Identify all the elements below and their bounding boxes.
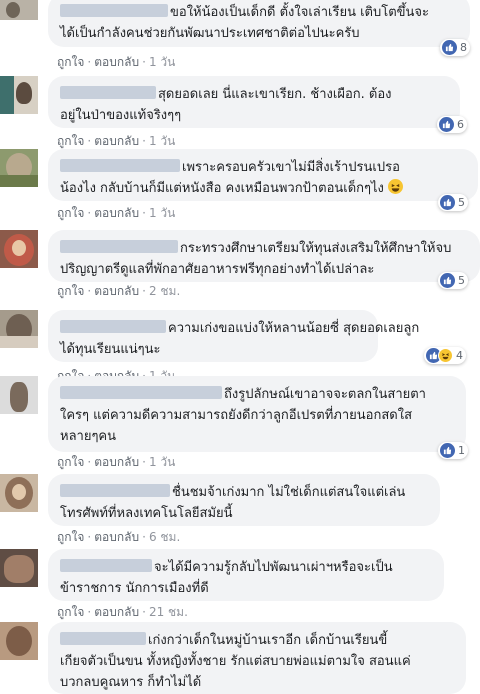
comment-bubble: กระทรวงศึกษาเตรียมให้ทุนส่งเสริมให้ศึกษา… bbox=[48, 230, 480, 282]
avatar[interactable] bbox=[0, 310, 38, 348]
like-link[interactable]: ถูกใจ bbox=[57, 284, 84, 298]
comment-bubble: จะได้มีความรู้กลับไปพัฒนาเผ่าฯหรือจะเป็น… bbox=[48, 549, 444, 601]
comment-text: บวกลบคูณหาร ก็ทำไม่ได้ bbox=[60, 675, 202, 690]
timestamp[interactable]: 1 วัน bbox=[149, 455, 175, 469]
comment-bubble: ถึงรูปลักษณ์เขาอาจจะตลกในสายตา ใครๆ แต่ค… bbox=[48, 376, 466, 452]
reaction-summary[interactable]: 8 bbox=[440, 39, 470, 56]
comment-actions: ถูกใจ · ตอบกลับ · 2 ชม. bbox=[57, 284, 181, 298]
reply-link[interactable]: ตอบกลับ bbox=[94, 55, 139, 69]
reaction-count: 6 bbox=[457, 118, 464, 131]
commenter-name[interactable] bbox=[60, 386, 222, 399]
timestamp[interactable]: 6 ชม. bbox=[149, 530, 180, 544]
laughing-emoji-icon bbox=[388, 179, 404, 194]
comment-text: ใครๆ แต่ความดีความสามารถยังดีกว่าลูกอีเป… bbox=[60, 408, 413, 423]
commenter-name[interactable] bbox=[60, 4, 168, 17]
comment-text: อยู่ในป่าของแท้จริงๆๆ bbox=[60, 108, 182, 123]
comment-text: น้องไง กลับบ้านก็มีแต่หนังสือ คงเหมือนพว… bbox=[60, 181, 384, 196]
comment-bubble: ชื่นชมจ้าเก่งมาก ไม่ใช่เด็กแต่สนใจแต่เล่… bbox=[48, 474, 440, 526]
avatar[interactable] bbox=[0, 230, 38, 268]
haha-icon bbox=[438, 348, 453, 363]
like-icon bbox=[439, 117, 454, 132]
reaction-summary[interactable]: 5 bbox=[438, 194, 468, 211]
comment-bubble: ความเก่งขอแบ่งให้หลานน้อยซี่ สุดยอดเลยลู… bbox=[48, 310, 419, 362]
comment-text: ชื่นชมจ้าเก่งมาก ไม่ใช่เด็กแต่สนใจแต่เล่… bbox=[172, 485, 406, 500]
comment-bubble: ขอให้น้องเป็นเด็กดี ตั้งใจเล่าเรียน เติบ… bbox=[48, 0, 470, 47]
comment-text: ความเก่งขอแบ่งให้หลานน้อยซี่ สุดยอดเลยลู… bbox=[168, 321, 420, 336]
like-link[interactable]: ถูกใจ bbox=[57, 530, 84, 544]
comment-text: โทรศัพท์ที่หลงเทคโนโลยีสมัยนี้ bbox=[60, 506, 233, 521]
comment-text: เก่งกว่าเด็กในหมู่บ้านเราอีก เด็กบ้านเรี… bbox=[148, 633, 388, 648]
reply-link[interactable]: ตอบกลับ bbox=[94, 284, 139, 298]
comment-actions: ถูกใจ·ตอบกลับ·1 วัน bbox=[57, 455, 176, 469]
like-link[interactable]: ถูกใจ bbox=[57, 206, 84, 220]
commenter-name[interactable] bbox=[60, 484, 170, 497]
reaction-count: 5 bbox=[458, 196, 465, 209]
reaction-count: 1 bbox=[458, 444, 465, 457]
commenter-name[interactable] bbox=[60, 559, 152, 572]
commenter-name[interactable] bbox=[60, 320, 166, 333]
comment-text: ปริญญาตรีดูแลที่พักอาศัยอาหารฟรีทุกอย่าง… bbox=[60, 262, 375, 277]
avatar[interactable] bbox=[0, 0, 38, 20]
reply-link[interactable]: ตอบกลับ bbox=[94, 605, 139, 619]
like-icon bbox=[440, 443, 455, 458]
reaction-summary[interactable]: 6 bbox=[437, 116, 467, 133]
comment-text: ถึงรูปลักษณ์เขาอาจจะตลกในสายตา bbox=[224, 387, 426, 402]
reply-link[interactable]: ตอบกลับ bbox=[94, 455, 139, 469]
commenter-name[interactable] bbox=[60, 159, 180, 172]
comment-bubble: เพราะครอบครัวเขาไม่มีสิ่งเร้าปรนเปรอ น้อ… bbox=[48, 149, 478, 201]
comment-actions: ถูกใจ·ตอบกลับ·1 วัน bbox=[57, 55, 176, 69]
comment-bubble: เก่งกว่าเด็กในหมู่บ้านเราอีก เด็กบ้านเรี… bbox=[48, 622, 466, 694]
reaction-summary[interactable]: 1 bbox=[438, 442, 468, 459]
comment-actions: ถูกใจ · ตอบกลับ · 21 ชม. bbox=[57, 605, 188, 619]
comment-text: ได้เป็นกำลังคนช่วยกันพัฒนาประเทศชาติต่อไ… bbox=[60, 26, 360, 41]
like-link[interactable]: ถูกใจ bbox=[57, 605, 84, 619]
reaction-count: 8 bbox=[460, 41, 467, 54]
reaction-count: 4 bbox=[456, 349, 463, 362]
like-link[interactable]: ถูกใจ bbox=[57, 455, 84, 469]
reaction-summary[interactable]: 5 bbox=[438, 272, 468, 289]
like-icon bbox=[440, 273, 455, 288]
comment-text: เพราะครอบครัวเขาไม่มีสิ่งเร้าปรนเปรอ bbox=[182, 160, 400, 175]
comment-text: เกียจตัวเป็นขน ทั้งหญิงทั้งชาย รักแต่สบา… bbox=[60, 654, 411, 669]
comment-actions: ถูกใจ·ตอบกลับ·1 วัน bbox=[57, 206, 176, 220]
like-icon bbox=[440, 195, 455, 210]
timestamp[interactable]: 1 วัน bbox=[149, 206, 175, 220]
comment-text: ข้าราชการ นักการเมืองที่ดี bbox=[60, 581, 209, 596]
timestamp[interactable]: 1 วัน bbox=[149, 134, 175, 148]
comment-text: กระทรวงศึกษาเตรียมให้ทุนส่งเสริมให้ศึกษา… bbox=[180, 241, 452, 256]
comment-text: ขอให้น้องเป็นเด็กดี ตั้งใจเล่าเรียน เติบ… bbox=[170, 5, 430, 20]
avatar[interactable] bbox=[0, 76, 38, 114]
like-link[interactable]: ถูกใจ bbox=[57, 134, 84, 148]
avatar[interactable] bbox=[0, 149, 38, 187]
reaction-count: 5 bbox=[458, 274, 465, 287]
reply-link[interactable]: ตอบกลับ bbox=[94, 134, 139, 148]
commenter-name[interactable] bbox=[60, 632, 146, 645]
reply-link[interactable]: ตอบกลับ bbox=[94, 530, 139, 544]
commenter-name[interactable] bbox=[60, 240, 178, 253]
reply-link[interactable]: ตอบกลับ bbox=[94, 206, 139, 220]
avatar[interactable] bbox=[0, 376, 38, 414]
comment-text: จะได้มีความรู้กลับไปพัฒนาเผ่าฯหรือจะเป็น bbox=[154, 560, 393, 575]
like-icon bbox=[442, 40, 457, 55]
comment-text: ได้ทุนเรียนแน่ๆนะ bbox=[60, 342, 161, 357]
comment-text: หลายๆคน bbox=[60, 429, 117, 444]
timestamp[interactable]: 1 วัน bbox=[149, 55, 175, 69]
timestamp[interactable]: 2 ชม. bbox=[149, 284, 180, 298]
avatar[interactable] bbox=[0, 622, 38, 660]
like-link[interactable]: ถูกใจ bbox=[57, 55, 84, 69]
reaction-summary[interactable]: 4 bbox=[424, 347, 466, 364]
comment-actions: ถูกใจ · ตอบกลับ · 6 ชม. bbox=[57, 530, 181, 544]
commenter-name[interactable] bbox=[60, 86, 156, 99]
avatar[interactable] bbox=[0, 549, 38, 587]
avatar[interactable] bbox=[0, 474, 38, 512]
timestamp[interactable]: 21 ชม. bbox=[149, 605, 188, 619]
comment-text: สุดยอดเลย นี่และเขาเรียก. ช้างเผือก. ต้อ… bbox=[158, 87, 392, 102]
comment-bubble: สุดยอดเลย นี่และเขาเรียก. ช้างเผือก. ต้อ… bbox=[48, 76, 460, 128]
